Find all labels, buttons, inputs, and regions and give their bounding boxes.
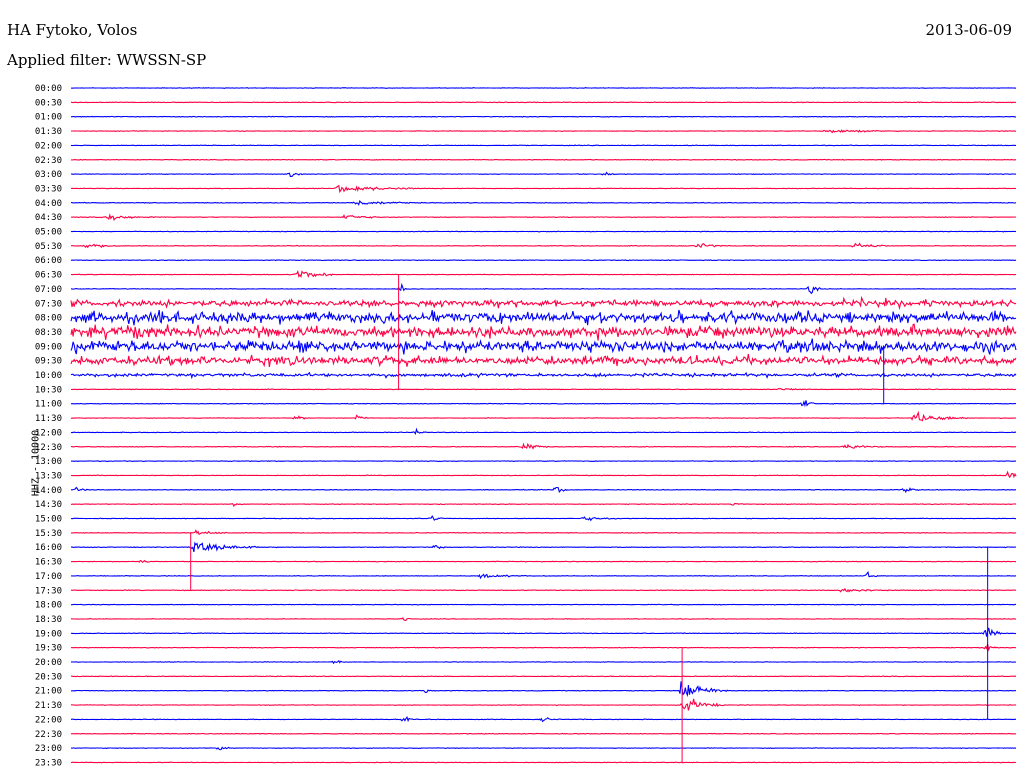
trace-line (70, 503, 1017, 508)
row-label: 23:30 (35, 758, 62, 768)
trace-line (71, 675, 1017, 678)
row-label: 23:00 (35, 744, 62, 754)
trace-line (70, 643, 1017, 652)
row-label: 21:30 (35, 701, 62, 711)
row-label: 10:00 (35, 371, 62, 381)
row-label: 18:00 (35, 601, 62, 611)
trace-line (70, 486, 1017, 494)
row-label: 22:00 (35, 715, 62, 725)
trace-line (70, 101, 1017, 104)
row-label: 02:30 (35, 156, 62, 166)
trace-line (70, 410, 1017, 422)
trace-line (70, 242, 1017, 249)
row-label: 04:00 (35, 199, 62, 209)
row-label: 21:00 (35, 687, 62, 697)
row-label: 18:30 (35, 615, 62, 625)
row-label: 12:00 (35, 428, 62, 438)
row-labels-group: 00:00 00:30 01:00 01:30 02:00 02:30 03:00 03:30… (35, 84, 62, 768)
row-label: 06:00 (35, 256, 62, 266)
row-label: 15:00 (35, 515, 62, 525)
trace-line (70, 323, 1017, 341)
trace-line (70, 460, 1017, 463)
trace-line (70, 716, 1017, 723)
row-label: 01:00 (35, 113, 62, 123)
trace-line (71, 199, 1017, 206)
row-label: 04:30 (35, 213, 62, 223)
row-label: 00:00 (35, 84, 62, 94)
trace-line (70, 230, 1017, 233)
row-label: 20:30 (35, 672, 62, 682)
trace-line (70, 559, 1017, 564)
trace-line (70, 603, 1017, 606)
trace-line (70, 529, 1017, 536)
trace-line (71, 269, 1017, 279)
trace-line (70, 295, 1017, 311)
row-label: 17:30 (35, 586, 62, 596)
trace-line (70, 514, 1017, 522)
trace-line (70, 338, 1017, 355)
row-label: 02:00 (35, 141, 62, 151)
trace-line (70, 746, 1017, 751)
trace-line (70, 115, 1017, 118)
row-label: 00:30 (35, 98, 62, 108)
row-label: 16:30 (35, 558, 62, 568)
trace-line (70, 541, 1017, 553)
trace-line (70, 213, 1017, 221)
trace-line (70, 427, 1017, 436)
trace-line (70, 470, 1017, 479)
trace-line (70, 570, 1017, 580)
row-label: 05:30 (35, 242, 62, 252)
trace-line (70, 681, 1017, 698)
trace-line (70, 309, 1017, 326)
trace-line (70, 387, 1017, 391)
row-label: 19:00 (35, 629, 62, 639)
trace-line (70, 259, 1017, 262)
trace-line (70, 587, 1017, 593)
trace-line (70, 144, 1016, 147)
trace-line (70, 761, 1016, 764)
row-label: 12:30 (35, 443, 62, 453)
seismogram-plot: 00:00 00:30 01:00 01:30 02:00 02:30 03:00 03:30… (35, 84, 1017, 768)
row-label: 08:30 (35, 328, 62, 338)
row-label: 06:30 (35, 271, 62, 281)
row-label: 20:00 (35, 658, 62, 668)
row-label: 09:30 (35, 357, 62, 367)
row-label: 01:30 (35, 127, 62, 137)
trace-line (70, 86, 1017, 90)
row-label: 14:30 (35, 500, 62, 510)
trace-line (70, 184, 1017, 194)
row-label: 03:00 (35, 170, 62, 180)
trace-line (70, 353, 1017, 368)
trace-line (71, 698, 1017, 711)
row-label: 17:00 (35, 572, 62, 582)
row-label: 03:30 (35, 184, 62, 194)
trace-line (71, 659, 1017, 665)
row-label: 19:30 (35, 644, 62, 654)
trace-line (70, 158, 1017, 161)
trace-line (70, 371, 1017, 380)
row-label: 07:30 (35, 299, 62, 309)
trace-line (70, 442, 1016, 450)
row-label: 08:00 (35, 314, 62, 324)
row-label: 05:00 (35, 228, 62, 238)
trace-line (70, 171, 1017, 177)
row-label: 11:30 (35, 414, 62, 424)
traces-group (70, 86, 1017, 764)
row-label: 22:30 (35, 730, 62, 740)
row-label: 11:00 (35, 400, 62, 410)
row-label: 09:00 (35, 342, 62, 352)
row-label: 13:30 (35, 471, 62, 481)
trace-line (70, 400, 1017, 408)
row-label: 16:00 (35, 543, 62, 553)
trace-line (71, 732, 1017, 735)
row-label: 13:00 (35, 457, 62, 467)
row-label: 14:00 (35, 486, 62, 496)
trace-line (70, 617, 1017, 622)
row-label: 15:30 (35, 529, 62, 539)
trace-line (70, 282, 1017, 295)
row-label: 07:00 (35, 285, 62, 295)
trace-line (70, 627, 1017, 637)
row-label: 10:30 (35, 385, 62, 395)
trace-line (70, 129, 1016, 134)
